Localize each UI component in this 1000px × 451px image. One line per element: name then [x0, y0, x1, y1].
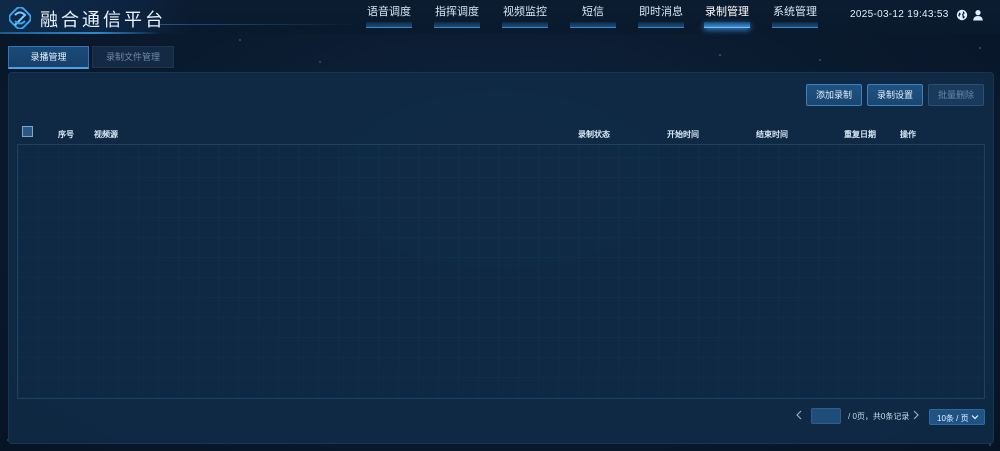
- column-header-start-time: 开始时间: [667, 130, 699, 139]
- add-recording-button[interactable]: 添加录制: [806, 84, 862, 106]
- chevron-right-icon[interactable]: [912, 410, 920, 420]
- nav-item-command-dispatch[interactable]: 指挥调度: [434, 6, 480, 28]
- nav-item-label: 系统管理: [773, 6, 817, 18]
- pagination-info: / 0页，共0条记录: [848, 412, 910, 421]
- column-header-index: 序号: [58, 130, 74, 139]
- nav-item-sms[interactable]: 短信: [570, 6, 616, 28]
- column-header-video-source: 视频源: [94, 130, 118, 139]
- page-size-select[interactable]: 10条 / 页: [929, 409, 985, 425]
- app-title: 融合通信平台: [40, 10, 166, 30]
- user-icon[interactable]: [972, 9, 984, 21]
- globe-icon[interactable]: [956, 9, 968, 21]
- column-header-recording-status: 录制状态: [578, 130, 610, 139]
- nav-item-underline: [434, 22, 480, 28]
- nav-item-underline: [638, 22, 684, 28]
- page-number-input[interactable]: [811, 408, 841, 424]
- nav-item-label: 指挥调度: [435, 6, 479, 18]
- nav-item-underline: [772, 22, 818, 28]
- nav-item-system-management[interactable]: 系统管理: [772, 6, 818, 28]
- logo-icon: [9, 7, 31, 29]
- nav-item-voice-dispatch[interactable]: 语音调度: [366, 6, 412, 28]
- table-header: 序号 视频源 录制状态 开始时间 结束时间 重复日期 操作: [17, 124, 983, 144]
- nav-item-recording-management[interactable]: 录制管理: [704, 6, 750, 28]
- recording-settings-button[interactable]: 录制设置: [867, 84, 923, 106]
- nav-item-underline: [366, 22, 412, 28]
- column-header-end-time: 结束时间: [756, 130, 788, 139]
- nav-item-label: 短信: [582, 6, 604, 18]
- nav-item-video-monitor[interactable]: 视频监控: [502, 6, 548, 28]
- logo-underline: [0, 32, 160, 34]
- column-header-actions: 操作: [900, 130, 916, 139]
- top-header: 融合通信平台 语音调度 指挥调度 视频监控 短信 即时消息 录制管理 系统管理 …: [0, 0, 1000, 34]
- tab-recording-file-management[interactable]: 录制文件管理: [92, 46, 174, 68]
- nav-item-label: 视频监控: [503, 6, 547, 18]
- nav-item-label: 语音调度: [367, 6, 411, 18]
- chevron-down-icon: [971, 415, 979, 420]
- nav-item-label: 录制管理: [705, 6, 749, 18]
- header-divider: [160, 24, 360, 25]
- column-header-repeat-date: 重复日期: [844, 130, 876, 139]
- nav-item-underline: [502, 22, 548, 28]
- tab-recording-management[interactable]: 录播管理: [8, 46, 89, 69]
- logo-area: 融合通信平台: [0, 0, 190, 34]
- batch-delete-button[interactable]: 批量删除: [928, 84, 984, 106]
- nav-item-underline: [704, 22, 750, 28]
- nav-item-underline: [570, 22, 616, 28]
- page-size-label: 10条 / 页: [937, 414, 969, 423]
- nav-item-instant-message[interactable]: 即时消息: [638, 6, 684, 28]
- table-body-empty: [17, 144, 985, 399]
- nav-item-label: 即时消息: [639, 6, 683, 18]
- chevron-left-icon[interactable]: [795, 410, 803, 420]
- header-datetime: 2025-03-12 19:43:53: [850, 9, 949, 20]
